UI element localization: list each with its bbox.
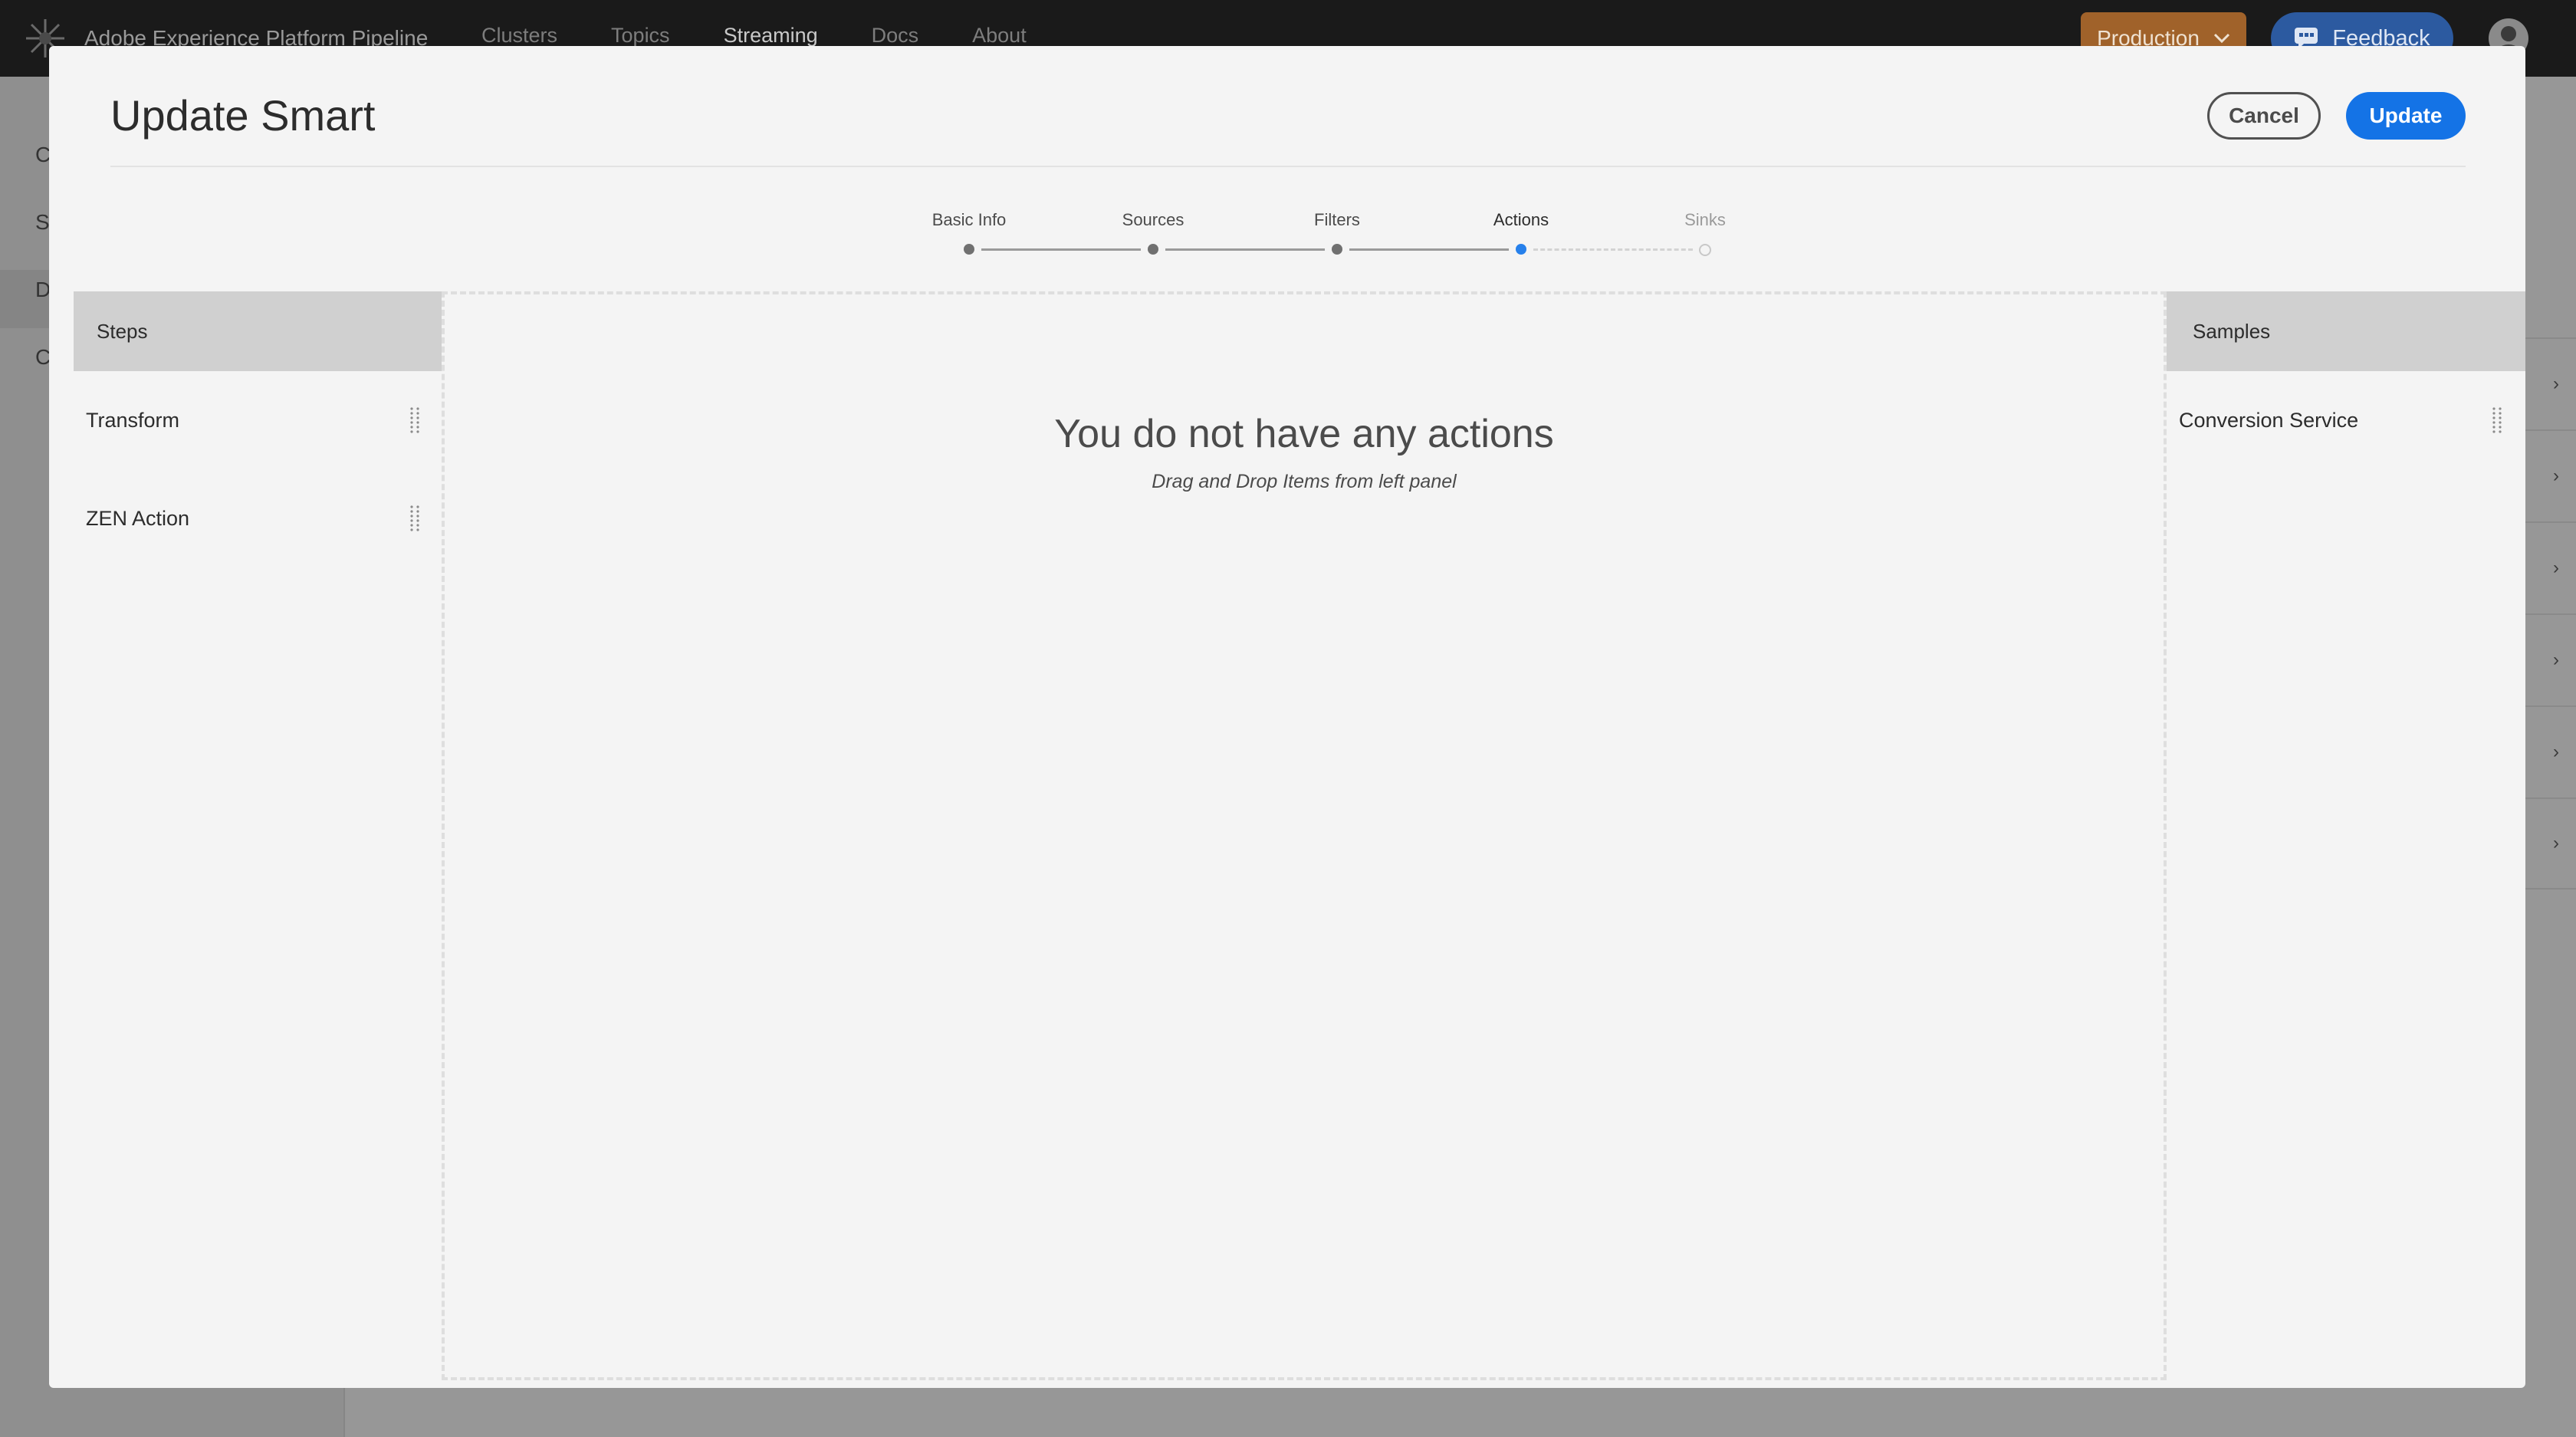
step-marker-future bbox=[1699, 244, 1711, 256]
step-item-transform[interactable]: Transform bbox=[74, 371, 442, 469]
nav-streaming[interactable]: Streaming bbox=[724, 24, 818, 48]
step-connector bbox=[1349, 248, 1509, 251]
chevron-right-icon: › bbox=[2553, 465, 2559, 486]
step-actions[interactable]: Actions bbox=[1444, 210, 1598, 230]
step-connector bbox=[1533, 248, 1693, 251]
step-marker-done bbox=[1148, 244, 1158, 255]
actions-drop-zone[interactable]: You do not have any actions Drag and Dro… bbox=[442, 291, 2167, 1380]
sample-item-conversion-service[interactable]: Conversion Service bbox=[2167, 371, 2525, 469]
step-item-label: Transform bbox=[86, 408, 180, 432]
list-row[interactable]: › bbox=[2525, 429, 2576, 521]
sample-item-label: Conversion Service bbox=[2179, 408, 2359, 432]
drag-handle-icon[interactable] bbox=[2492, 406, 2502, 434]
sidebar-item[interactable]: S bbox=[35, 210, 50, 235]
step-sources[interactable]: Sources bbox=[1076, 210, 1230, 230]
step-connector bbox=[1165, 248, 1325, 251]
background-list: › › › › › › bbox=[2525, 337, 2576, 889]
chevron-right-icon: › bbox=[2553, 742, 2559, 762]
chevron-right-icon: › bbox=[2553, 557, 2559, 578]
list-row[interactable]: › bbox=[2525, 797, 2576, 889]
wizard-stepper: Basic Info Sources Filters Actions Sinks bbox=[866, 210, 1726, 264]
nav-topics[interactable]: Topics bbox=[611, 24, 670, 48]
step-item-zen-action[interactable]: ZEN Action bbox=[74, 469, 442, 567]
header-divider bbox=[110, 166, 2466, 167]
step-sinks[interactable]: Sinks bbox=[1628, 210, 1782, 230]
samples-panel: Samples Conversion Service bbox=[2167, 291, 2525, 1388]
list-row[interactable]: › bbox=[2525, 337, 2576, 429]
update-smart-dialog: Update Smart Cancel Update Basic Info So… bbox=[49, 46, 2525, 1388]
list-row[interactable]: › bbox=[2525, 705, 2576, 797]
list-row[interactable]: › bbox=[2525, 521, 2576, 613]
drag-handle-icon[interactable] bbox=[409, 505, 420, 532]
chevron-right-icon: › bbox=[2553, 833, 2559, 853]
steps-panel-heading: Steps bbox=[74, 291, 442, 371]
dialog-title: Update Smart bbox=[110, 91, 376, 140]
step-marker-current bbox=[1516, 244, 1526, 255]
step-filters[interactable]: Filters bbox=[1260, 210, 1414, 230]
empty-state-hint: Drag and Drop Items from left panel bbox=[1152, 471, 1457, 492]
nav-about[interactable]: About bbox=[972, 24, 1027, 48]
step-basic-info[interactable]: Basic Info bbox=[892, 210, 1046, 230]
chevron-right-icon: › bbox=[2553, 373, 2559, 394]
list-row[interactable]: › bbox=[2525, 613, 2576, 705]
empty-state-title: You do not have any actions bbox=[1054, 412, 1554, 456]
chevron-down-icon bbox=[2213, 33, 2229, 44]
step-marker-done bbox=[964, 244, 974, 255]
step-connector bbox=[981, 248, 1141, 251]
samples-panel-heading: Samples bbox=[2167, 291, 2525, 371]
update-button[interactable]: Update bbox=[2346, 92, 2466, 140]
drag-handle-icon[interactable] bbox=[409, 406, 420, 434]
steps-panel: Steps Transform ZEN Action bbox=[74, 291, 442, 1388]
step-item-label: ZEN Action bbox=[86, 506, 190, 530]
cancel-button[interactable]: Cancel bbox=[2207, 92, 2321, 140]
nav-docs[interactable]: Docs bbox=[872, 24, 919, 48]
chevron-right-icon: › bbox=[2553, 649, 2559, 670]
nav-clusters[interactable]: Clusters bbox=[481, 24, 557, 48]
step-marker-done bbox=[1332, 244, 1342, 255]
